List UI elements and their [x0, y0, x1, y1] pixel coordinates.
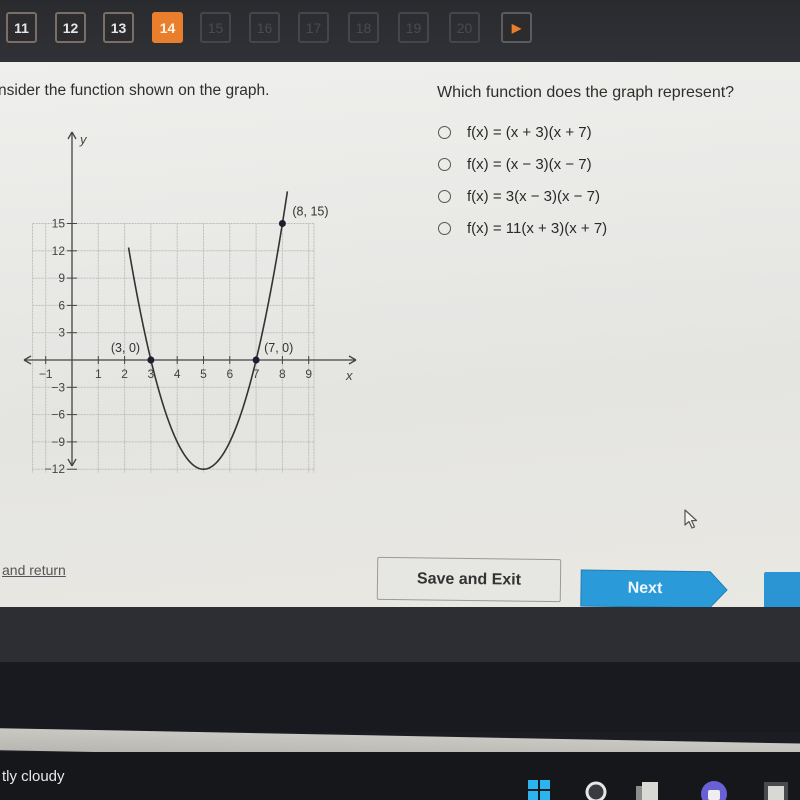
- question-16-button: 16: [249, 12, 280, 43]
- y-tick-label: −3: [51, 380, 65, 394]
- y-tick-label: 3: [58, 326, 65, 340]
- y-tick-label: −9: [51, 435, 65, 449]
- weather-widget[interactable]: tly cloudy: [2, 768, 65, 785]
- question-14-button[interactable]: 14: [152, 12, 183, 43]
- task-view-icon[interactable]: [636, 780, 660, 800]
- question-15-button: 15: [200, 12, 231, 43]
- radio-button[interactable]: [438, 158, 451, 171]
- y-axis-label: y: [79, 132, 88, 147]
- window-footer-area: [0, 607, 800, 662]
- data-point: [278, 220, 286, 227]
- graph-prompt: nsider the function shown on the graph.: [0, 82, 270, 99]
- x-axis-label: x: [345, 368, 353, 383]
- radio-button[interactable]: [438, 126, 451, 139]
- mouse-cursor-icon: [684, 509, 698, 529]
- data-point-label: (8, 15): [292, 205, 328, 219]
- y-tick-label: −6: [51, 408, 65, 422]
- x-tick-label: 6: [226, 367, 233, 381]
- y-tick-label: 9: [58, 271, 65, 285]
- x-tick-label: 5: [200, 367, 207, 381]
- parabola-curve: [127, 191, 289, 470]
- y-tick-label: −12: [45, 462, 66, 473]
- answer-option-3[interactable]: f(x) = 3(x − 3)(x − 7): [438, 188, 600, 205]
- x-tick-label: 9: [305, 367, 312, 381]
- answer-option-1[interactable]: f(x) = (x + 3)(x + 7): [438, 124, 592, 141]
- data-point: [147, 356, 155, 364]
- windows-start-icon[interactable]: [528, 780, 550, 800]
- option-label: f(x) = (x + 3)(x + 7): [467, 124, 592, 141]
- x-tick-label: 8: [279, 367, 286, 381]
- x-tick-label: 2: [121, 367, 128, 381]
- next-button[interactable]: Next: [580, 569, 729, 609]
- file-explorer-icon[interactable]: [762, 780, 790, 800]
- y-tick-label: 15: [52, 217, 66, 231]
- radio-button[interactable]: [438, 222, 451, 235]
- question-13-button[interactable]: 13: [103, 12, 134, 43]
- x-tick-label: −1: [39, 367, 53, 381]
- y-tick-label: 6: [58, 298, 65, 312]
- answer-option-4[interactable]: f(x) = 11(x + 3)(x + 7): [438, 220, 607, 237]
- search-icon[interactable]: [584, 780, 608, 800]
- desktop-background: [0, 662, 800, 732]
- screen: 11 12 13 14 15 16 17 18 19 20 ▶ nsider the functio…: [0, 0, 800, 800]
- question-prompt: Which function does the graph represent?: [437, 84, 735, 101]
- teams-chat-icon[interactable]: [700, 780, 728, 800]
- question-navigation-bar: 11 12 13 14 15 16 17 18 19 20 ▶: [0, 0, 800, 62]
- question-17-button: 17: [298, 12, 329, 43]
- next-question-arrow-button[interactable]: ▶: [501, 12, 532, 43]
- submit-button[interactable]: [764, 572, 800, 610]
- answer-option-2[interactable]: f(x) = (x − 3)(x − 7): [438, 156, 592, 173]
- taskbar: [0, 752, 800, 800]
- mark-and-return-link[interactable]: and return: [2, 562, 66, 578]
- question-20-button: 20: [449, 12, 480, 43]
- next-button-label: Next: [627, 579, 663, 598]
- option-label: f(x) = 11(x + 3)(x + 7): [467, 220, 608, 237]
- question-panel: nsider the function shown on the graph. …: [0, 62, 800, 610]
- option-label: f(x) = (x − 3)(x − 7): [467, 156, 592, 173]
- question-12-button[interactable]: 12: [55, 12, 86, 43]
- data-point: [252, 356, 260, 364]
- question-18-button: 18: [348, 12, 379, 43]
- y-tick-label: 12: [52, 244, 66, 258]
- question-11-button[interactable]: 11: [6, 12, 37, 43]
- x-tick-label: 1: [95, 367, 102, 381]
- save-and-exit-button[interactable]: Save and Exit: [376, 556, 562, 603]
- x-tick-label: 4: [174, 367, 181, 381]
- question-19-button: 19: [398, 12, 429, 43]
- radio-button[interactable]: [438, 190, 451, 203]
- data-point-label: (7, 0): [264, 341, 293, 355]
- data-point-label: (3, 0): [111, 341, 140, 355]
- function-graph: −1123456789−15−12−9−6−33691215xy(3, 0)(7…: [23, 131, 357, 473]
- option-label: f(x) = 3(x − 3)(x − 7): [467, 188, 600, 205]
